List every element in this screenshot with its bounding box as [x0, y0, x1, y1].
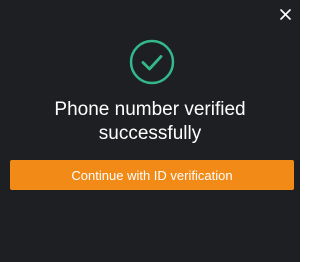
continue-id-verification-button[interactable]: Continue with ID verification — [10, 160, 294, 190]
success-message-line-1: Phone number verified — [54, 99, 246, 120]
success-message: Phone number verified successfully — [0, 98, 300, 146]
success-message-line-2: successfully — [98, 123, 202, 144]
check-circle-icon — [129, 39, 175, 85]
close-button[interactable] — [277, 6, 293, 22]
success-badge — [129, 39, 175, 85]
close-icon — [279, 8, 291, 20]
verification-success-dialog: Phone number verified successfully Conti… — [0, 0, 300, 262]
